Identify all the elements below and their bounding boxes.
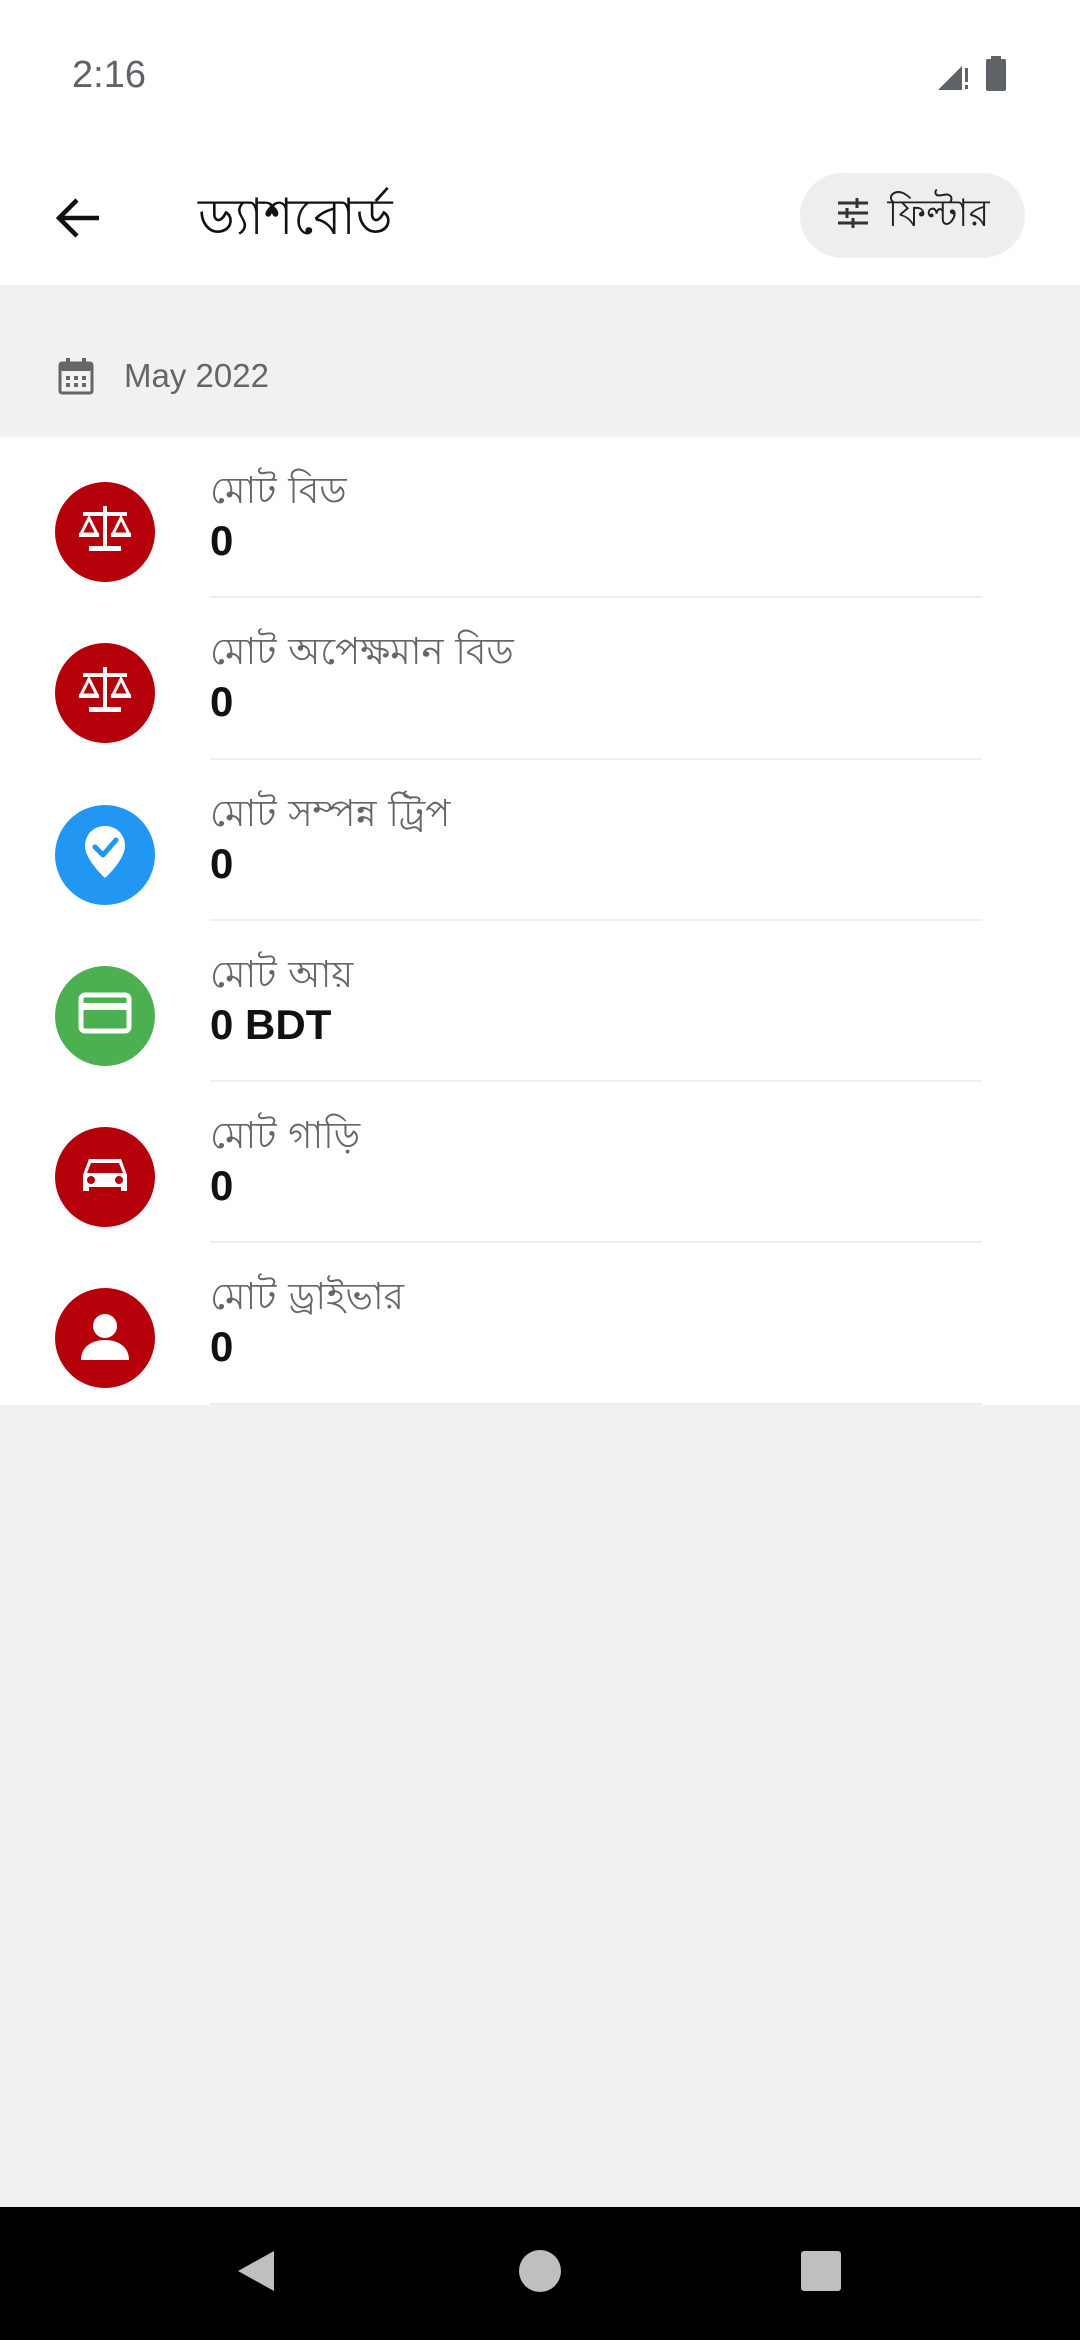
stat-label: মোট সম্পন্ন ট্রিপ — [210, 791, 451, 835]
battery-icon — [984, 56, 1008, 97]
arrow-left-icon — [53, 193, 103, 248]
date-section: May 2022 — [0, 285, 1080, 437]
home-nav-icon — [517, 2248, 563, 2299]
stat-icon-circle — [55, 965, 155, 1066]
car-icon — [75, 1145, 135, 1210]
stat-completed-trip[interactable]: মোট সম্পন্ন ট্রিপ 0 — [0, 760, 1080, 921]
back-nav-icon — [234, 2247, 278, 2300]
nav-back-button[interactable] — [186, 2207, 326, 2340]
stat-icon-circle — [55, 1288, 155, 1389]
stat-label: মোট গাড়ি — [210, 1114, 361, 1158]
status-icons — [936, 56, 1008, 97]
date-text: May 2022 — [124, 357, 269, 394]
stat-total-car[interactable]: মোট গাড়ি 0 — [0, 1082, 1080, 1244]
stat-pending-bid[interactable]: মোট অপেক্ষমান বিড 0 — [0, 598, 1080, 760]
status-time: 2:16 — [72, 54, 146, 96]
recents-nav-icon — [800, 2250, 842, 2297]
calendar-icon — [56, 356, 96, 396]
person-icon — [75, 1306, 135, 1371]
stat-icon-circle — [55, 1127, 155, 1228]
divider — [210, 1402, 982, 1405]
stat-label: মোট আয় — [210, 952, 354, 996]
stat-value: 0 BDT — [210, 1000, 332, 1048]
stat-value: 0 — [210, 517, 234, 564]
tune-icon — [835, 195, 871, 236]
nav-home-button[interactable] — [470, 2207, 610, 2340]
stat-label: মোট বিড — [210, 469, 347, 512]
scale-icon — [75, 661, 135, 726]
navigation-bar — [0, 2207, 1080, 2340]
status-bar: 2:16 — [0, 0, 1080, 150]
screen: 2:16 ড্যাশবোর্ড ফিল্টার May 2022 মোট বিড… — [0, 0, 1080, 2340]
filter-label: ফিল্টার — [887, 190, 990, 235]
stat-label: মোট ড্রাইভার — [210, 1275, 404, 1319]
stats-list: মোট বিড 0 মোট অপেক্ষমান বিড 0 মোট সম্পন্… — [0, 437, 1080, 1405]
stat-total-bid[interactable]: মোট বিড 0 — [0, 437, 1080, 599]
stat-icon-circle — [55, 482, 155, 582]
page-title: ড্যাশবোর্ড — [198, 188, 393, 246]
scale-icon — [75, 500, 135, 565]
stat-total-income[interactable]: মোট আয় 0 BDT — [0, 921, 1080, 1083]
filter-button[interactable]: ফিল্টার — [800, 173, 1025, 258]
date-selector[interactable]: May 2022 — [0, 335, 1080, 417]
location-check-icon — [77, 822, 133, 887]
stat-value: 0 — [210, 678, 234, 726]
stat-label: মোট অপেক্ষমান বিড — [210, 630, 514, 674]
back-button[interactable] — [40, 182, 116, 258]
stat-icon-circle — [55, 804, 155, 905]
credit-card-icon — [75, 983, 135, 1048]
stat-value: 0 — [210, 1323, 234, 1371]
stat-icon-circle — [55, 643, 155, 744]
stat-value: 0 — [210, 839, 234, 887]
stat-total-driver[interactable]: মোট ড্রাইভার 0 — [0, 1243, 1080, 1405]
signal-icon — [936, 56, 972, 97]
stat-value: 0 — [210, 1162, 234, 1210]
app-bar: ড্যাশবোর্ড ফিল্টার — [0, 150, 1080, 285]
nav-recents-button[interactable] — [751, 2207, 891, 2340]
